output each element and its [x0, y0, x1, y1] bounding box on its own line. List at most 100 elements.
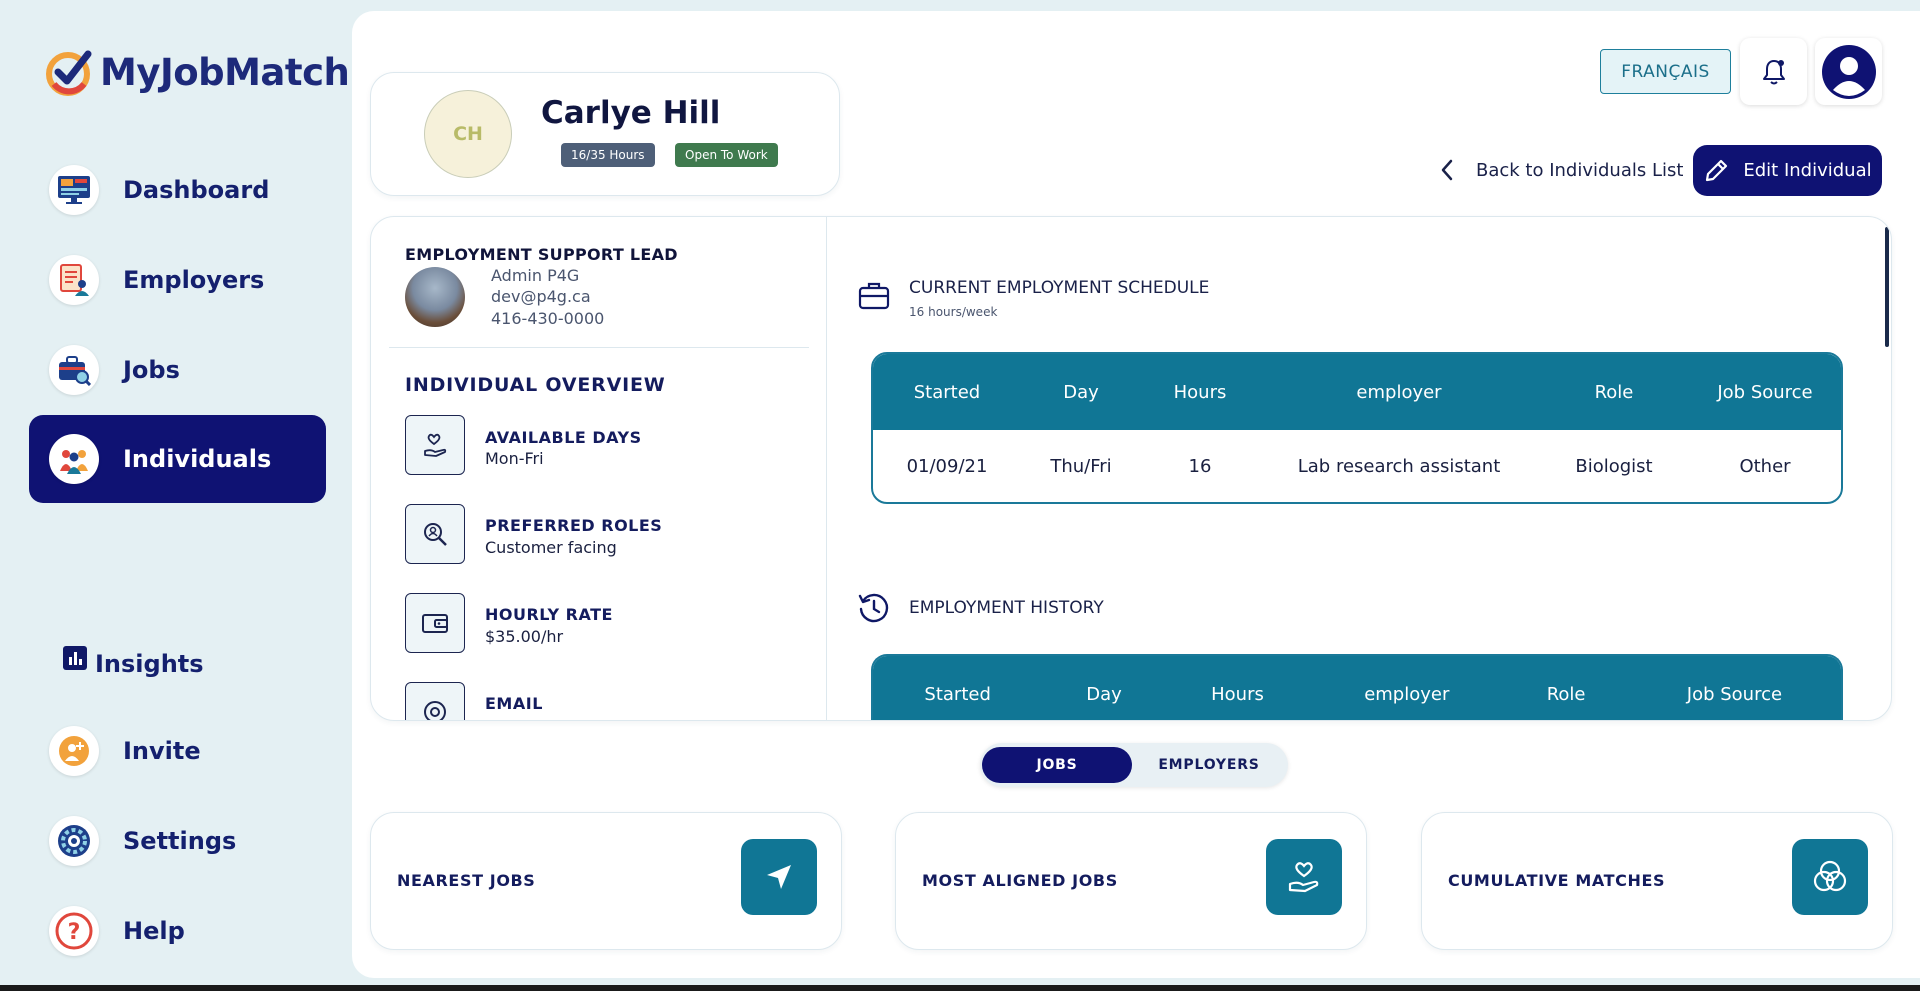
most-aligned-jobs-button[interactable]: [1266, 839, 1342, 915]
hours-badge: 16/35 Hours: [561, 143, 655, 167]
email-label: EMAIL: [485, 694, 543, 713]
column-header[interactable]: Day: [1042, 684, 1165, 705]
avatar: CH: [424, 90, 512, 178]
back-to-list-link[interactable]: Back to Individuals List: [1440, 155, 1683, 185]
match-card-label: MOST ALIGNED JOBS: [922, 871, 1118, 890]
edit-button-label: Edit Individual: [1743, 160, 1872, 181]
pencil-icon: [1706, 159, 1728, 181]
sidebar-item-label: Employers: [123, 266, 265, 294]
table-cell: Thu/Fri: [1050, 455, 1112, 477]
chevron-left-icon: [1441, 159, 1453, 181]
table-cell: Biologist: [1575, 455, 1653, 477]
briefcase-icon: [858, 282, 890, 310]
column-header[interactable]: Job Source: [1689, 382, 1841, 403]
sidebar-item-label: Dashboard: [123, 176, 270, 204]
scrollbar-thumb[interactable]: [1885, 227, 1889, 347]
jobs-employers-toggle: JOBS EMPLOYERS: [980, 743, 1288, 787]
divider: [389, 347, 809, 348]
invite-icon: [49, 726, 99, 776]
hourly-rate-value: $35.00/hr: [485, 627, 564, 646]
table-cell: Lab research assistant: [1297, 455, 1501, 477]
nearest-jobs-button[interactable]: [741, 839, 817, 915]
svg-text:?: ?: [68, 920, 81, 945]
match-card-label: NEAREST JOBS: [397, 871, 536, 890]
sidebar-item-settings[interactable]: Settings: [29, 797, 326, 885]
profile-card: CH Carlye Hill 16/35 Hours Open To Work: [370, 72, 840, 196]
table-header: Started Day Hours employer Role Job Sour…: [873, 656, 1841, 720]
employment-history-title: EMPLOYMENT HISTORY: [909, 598, 1104, 618]
at-sign-icon: [405, 682, 465, 720]
jobs-icon: [49, 345, 99, 395]
column-header[interactable]: Hours: [1141, 382, 1259, 403]
support-lead-email: dev@p4g.ca: [491, 287, 591, 306]
sidebar-item-individuals[interactable]: Individuals: [29, 415, 326, 503]
column-header[interactable]: Job Source: [1628, 684, 1841, 705]
support-lead-phone: 416-430-0000: [491, 309, 605, 328]
navigation-arrow-icon: [767, 865, 791, 889]
settings-icon: [49, 816, 99, 866]
user-menu-button[interactable]: [1815, 38, 1882, 105]
match-card-label: CUMULATIVE MATCHES: [1448, 871, 1666, 890]
toggle-employers[interactable]: EMPLOYERS: [1132, 747, 1286, 783]
help-icon: ?: [49, 906, 99, 956]
toggle-jobs[interactable]: JOBS: [982, 747, 1132, 783]
support-lead-title: EMPLOYMENT SUPPORT LEAD: [405, 245, 678, 264]
insights-icon: [63, 646, 87, 670]
current-schedule-table: Started Day Hours employer Role Job Sour…: [871, 352, 1843, 504]
history-icon: [858, 593, 889, 623]
wallet-icon: [405, 593, 465, 653]
table-row[interactable]: 01/09/21 Thu/Fri 16 Lab research assista…: [873, 430, 1841, 502]
column-header[interactable]: employer: [1309, 684, 1504, 705]
cumulative-matches-button[interactable]: [1792, 839, 1868, 915]
logo-check-icon: [46, 50, 92, 96]
table-header: Started Day Hours employer Role Job Sour…: [873, 354, 1841, 430]
sidebar-item-label: Settings: [123, 827, 237, 855]
column-header[interactable]: Started: [873, 382, 1021, 403]
support-lead-photo: [405, 267, 465, 327]
individuals-icon: [49, 434, 99, 484]
status-badge: Open To Work: [675, 143, 778, 167]
individual-details-card: EMPLOYMENT SUPPORT LEAD Admin P4G dev@p4…: [370, 216, 1892, 721]
sidebar-item-jobs[interactable]: Jobs: [29, 326, 326, 414]
sidebar-item-insights[interactable]: Insights: [29, 620, 326, 708]
column-header[interactable]: employer: [1259, 382, 1539, 403]
venn-circles-icon: [1813, 860, 1847, 892]
column-header[interactable]: Role: [1539, 382, 1689, 403]
user-avatar-icon: [1821, 44, 1876, 99]
sidebar-item-dashboard[interactable]: Dashboard: [29, 146, 326, 234]
most-aligned-jobs-card[interactable]: MOST ALIGNED JOBS: [895, 812, 1367, 950]
column-header[interactable]: Hours: [1166, 684, 1309, 705]
table-cell: Other: [1739, 455, 1791, 477]
column-header[interactable]: Role: [1504, 684, 1627, 705]
dashboard-icon: [49, 165, 99, 215]
overview-column: EMPLOYMENT SUPPORT LEAD Admin P4G dev@p4…: [371, 217, 827, 720]
search-person-icon: [405, 504, 465, 564]
back-link-label: Back to Individuals List: [1476, 159, 1684, 181]
sidebar-item-invite[interactable]: Invite: [29, 707, 326, 795]
column-header[interactable]: Day: [1021, 382, 1141, 403]
preferred-roles-value: Customer facing: [485, 538, 617, 557]
column-header[interactable]: Started: [873, 684, 1042, 705]
app-logo[interactable]: MyJobMatch: [44, 46, 350, 98]
notifications-button[interactable]: [1740, 38, 1807, 105]
nearest-jobs-card[interactable]: NEAREST JOBS: [370, 812, 842, 950]
sidebar-item-label: Individuals: [123, 445, 272, 473]
bell-icon: [1762, 59, 1785, 84]
window-bottom-edge: [0, 985, 1920, 991]
preferred-roles-label: PREFERRED ROLES: [485, 516, 663, 535]
hand-heart-icon: [1288, 862, 1319, 893]
support-lead-name: Admin P4G: [491, 266, 580, 285]
table-cell: 01/09/21: [906, 455, 988, 477]
hand-heart-icon: [405, 415, 465, 475]
language-button[interactable]: FRANÇAIS: [1600, 49, 1731, 94]
sidebar-item-employers[interactable]: Employers: [29, 236, 326, 324]
sidebar-item-label: Insights: [95, 650, 204, 678]
table-cell: 16: [1188, 455, 1212, 477]
individual-name: Carlye Hill: [541, 95, 721, 131]
sidebar-item-help[interactable]: ? Help: [29, 887, 326, 975]
current-schedule-subtitle: 16 hours/week: [909, 305, 998, 319]
sidebar-item-label: Jobs: [123, 356, 180, 384]
overview-title: INDIVIDUAL OVERVIEW: [405, 374, 666, 396]
edit-individual-button[interactable]: Edit Individual: [1693, 145, 1882, 196]
cumulative-matches-card[interactable]: CUMULATIVE MATCHES: [1421, 812, 1893, 950]
